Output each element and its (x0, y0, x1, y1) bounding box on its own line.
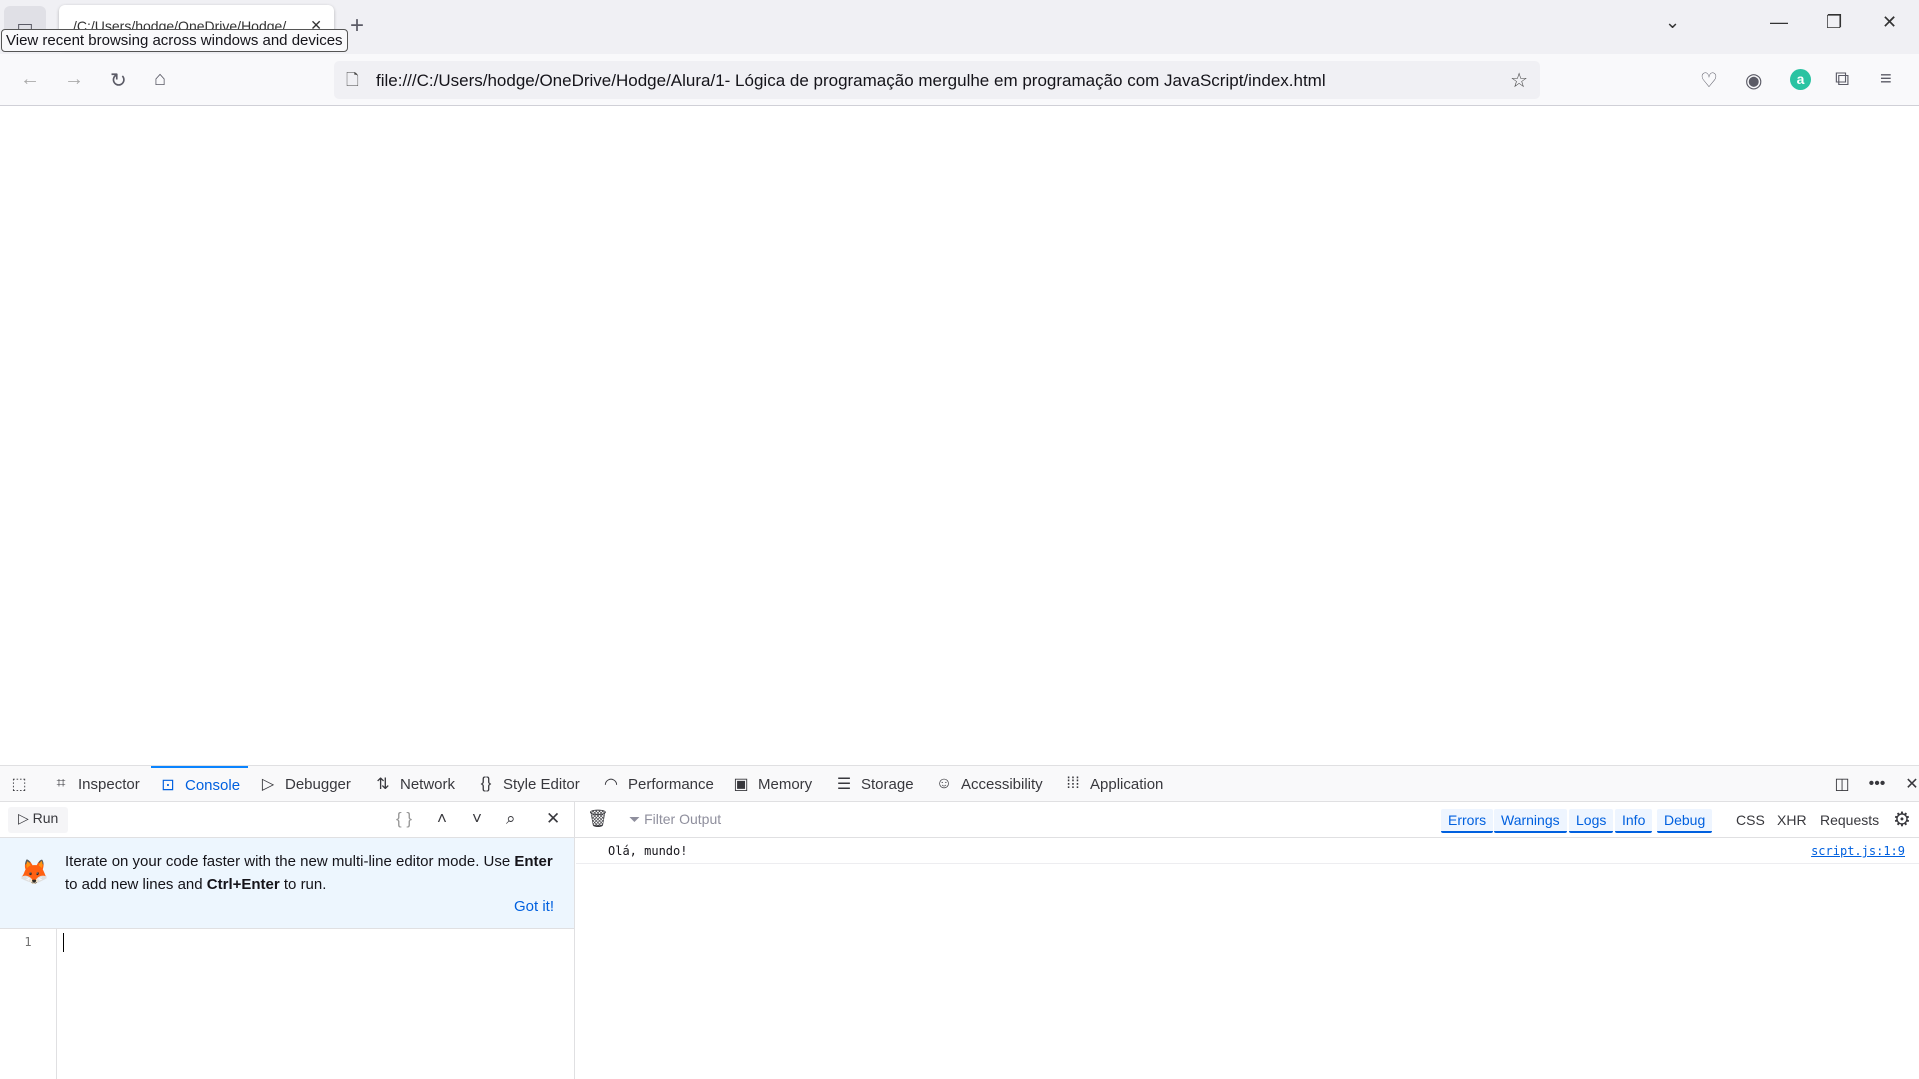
extension-a-icon[interactable]: a (1790, 69, 1811, 90)
inspector-icon: ⌗ (56, 775, 66, 792)
style-editor-icon: {} (480, 775, 492, 792)
tab-label: Style Editor (503, 775, 580, 793)
filter-output-input[interactable]: ⏷ Filter Output (629, 811, 721, 828)
tab-label: Memory (758, 775, 813, 793)
tab-debugger[interactable]: ▷ Debugger (251, 766, 359, 802)
tab-accessibility[interactable]: ☺ Accessibility (927, 766, 1051, 802)
clear-console-icon[interactable]: 🗑 (587, 809, 609, 829)
notice-text: Iterate on your code faster with the new… (65, 853, 553, 893)
history-up-icon[interactable]: ˄ (437, 809, 447, 829)
network-icon: ⇅ (376, 776, 390, 793)
editor-toolbar: ▷ Run { } ˄ ˅ ⌕ ✕ (0, 802, 575, 838)
console-toolbar: 🗑 ⏷ Filter Output Errors Warnings Logs I… (575, 802, 1919, 838)
reverse-search-icon[interactable]: ⌕ (506, 809, 516, 829)
tab-memory[interactable]: ▣ Memory (724, 766, 820, 802)
dock-icon[interactable]: ◫ (1825, 766, 1859, 802)
forward-icon[interactable]: → (64, 68, 84, 91)
restore-icon[interactable]: ❐ (1826, 12, 1842, 33)
tab-label: Storage (861, 775, 914, 793)
filter-info[interactable]: Info (1615, 809, 1653, 833)
reload-icon[interactable]: ↻ (110, 68, 127, 93)
line-number: 1 (0, 929, 57, 1079)
home-icon[interactable]: ⌂ (154, 68, 166, 91)
filter-warnings[interactable]: Warnings (1494, 809, 1567, 833)
filter-errors[interactable]: Errors (1441, 809, 1494, 833)
nav-bar: ← → ↻ ⌂ 🗋 file:///C:/Users/hodge/OneDriv… (0, 54, 1919, 106)
performance-icon: ◠ (604, 776, 618, 793)
tab-label: Debugger (285, 775, 351, 793)
pretty-print-icon[interactable]: { } (396, 809, 412, 829)
history-down-icon[interactable]: ˅ (472, 809, 482, 829)
tab-storage[interactable]: ☰ Storage (827, 766, 922, 802)
filter-placeholder: Filter Output (644, 811, 722, 827)
run-label: Run (32, 810, 59, 826)
minimize-icon[interactable]: — (1770, 12, 1788, 33)
run-button[interactable]: ▷ Run (8, 807, 69, 833)
close-devtools-icon[interactable]: ✕ (1895, 766, 1919, 802)
extensions-icon[interactable]: ⧉ (1835, 68, 1849, 91)
list-tabs-icon[interactable]: ⌄ (1665, 12, 1680, 33)
settings-gear-icon[interactable]: ⚙ (1893, 807, 1911, 832)
filter-logs[interactable]: Logs (1569, 809, 1614, 833)
text-cursor (63, 933, 64, 952)
message-text: Olá, mundo! (608, 844, 688, 858)
multiline-editor-notice: 🦊 Iterate on your code faster with the n… (0, 838, 575, 929)
more-icon[interactable]: ••• (1860, 766, 1894, 802)
filter-debug[interactable]: Debug (1657, 809, 1713, 833)
bookmark-star-icon[interactable]: ☆ (1510, 68, 1528, 93)
tab-label: Application (1090, 775, 1164, 793)
tab-performance[interactable]: ◠ Performance (594, 766, 722, 802)
tab-bar: ▭ /C:/Users/hodge/OneDrive/Hodge/ ✕ + Vi… (0, 0, 1919, 54)
storage-icon: ☰ (836, 776, 852, 793)
close-editor-icon[interactable]: ✕ (546, 809, 560, 829)
memory-icon: ▣ (733, 776, 749, 793)
tab-label: Network (400, 775, 456, 793)
new-tab-button[interactable]: + (350, 12, 364, 40)
console-icon: ⊡ (161, 777, 175, 794)
console-editor[interactable]: 1 (0, 929, 575, 1079)
close-window-icon[interactable]: ✕ (1882, 12, 1897, 33)
filter-xhr[interactable]: XHR (1777, 812, 1807, 828)
pick-element-icon[interactable]: ⬚ (2, 766, 36, 802)
tab-console[interactable]: ⊡ Console (151, 766, 249, 802)
devtools-tabs: ⬚ ⌗ Inspector ⊡ Console ▷ Debugger ⇅ Network… (0, 765, 1919, 802)
got-it-link[interactable]: Got it! (514, 898, 554, 915)
url-text[interactable]: file:///C:/Users/hodge/OneDrive/Hodge/Al… (376, 71, 1326, 91)
filter-requests[interactable]: Requests (1820, 812, 1879, 828)
tab-label: Console (185, 776, 241, 794)
fox-icon: 🦊 (19, 859, 49, 886)
url-bar[interactable]: 🗋 file:///C:/Users/hodge/OneDrive/Hodge/… (334, 61, 1540, 99)
tab-application[interactable]: ⁞⁞⁞ Application (1056, 766, 1171, 802)
pocket-icon[interactable]: ♡ (1700, 68, 1718, 93)
tooltip: View recent browsing across windows and … (1, 29, 348, 52)
message-source-link[interactable]: script.js:1:9 (1811, 844, 1905, 858)
tab-label: Inspector (78, 775, 140, 793)
debugger-icon: ▷ (261, 776, 275, 793)
tab-label: Accessibility (961, 775, 1043, 793)
filter-css[interactable]: CSS (1736, 812, 1765, 828)
back-icon[interactable]: ← (20, 68, 40, 91)
page-icon: 🗋 (346, 72, 359, 89)
accessibility-icon: ☺ (935, 775, 953, 792)
application-icon: ⁞⁞⁞ (1066, 775, 1080, 792)
tab-inspector[interactable]: ⌗ Inspector (44, 766, 148, 802)
console-message: Olá, mundo! script.js:1:9 (576, 838, 1919, 864)
account-icon[interactable]: ◉ (1745, 68, 1762, 93)
tab-style-editor[interactable]: {} Style Editor (469, 766, 588, 802)
tab-label: Performance (628, 775, 714, 793)
menu-icon[interactable]: ≡ (1880, 68, 1892, 91)
tab-network[interactable]: ⇅ Network (366, 766, 463, 802)
